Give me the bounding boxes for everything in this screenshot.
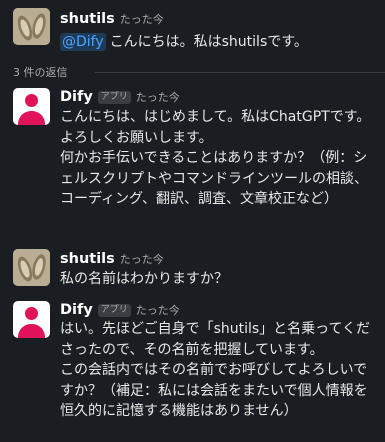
sender-name[interactable]: Dify xyxy=(60,89,93,105)
sender-name[interactable]: shutils xyxy=(60,11,115,27)
timestamp[interactable]: たった今 xyxy=(120,13,164,26)
message-text: はい。先ほどご自身で「shutils」と名乗ってくださったので、その名前を把握し… xyxy=(60,321,371,419)
timestamp[interactable]: たった今 xyxy=(136,304,180,317)
mention-link[interactable]: @Dify xyxy=(60,33,106,51)
reply-count: 3 件の返信 xyxy=(13,66,68,79)
user-avatar[interactable] xyxy=(13,249,50,286)
thread-divider xyxy=(95,72,385,73)
sender-name[interactable]: Dify xyxy=(60,302,93,318)
shoes-icon xyxy=(13,8,50,45)
app-badge: アプリ xyxy=(97,304,131,317)
user-avatar[interactable] xyxy=(13,8,50,45)
timestamp[interactable]: たった今 xyxy=(120,253,164,266)
bot-avatar[interactable] xyxy=(13,88,50,125)
message-text: 私の名前はわかりますか？ xyxy=(60,271,228,287)
sender-name[interactable]: shutils xyxy=(60,251,115,267)
message-text: こんにちは、はじめまして。私はChatGPTです。よろしくお願いします。 何かお… xyxy=(60,109,371,207)
message-text: @Dify こんにちは。私はshutilsです。 xyxy=(60,33,308,51)
bot-avatar[interactable] xyxy=(13,301,50,338)
timestamp[interactable]: たった今 xyxy=(136,91,180,104)
person-icon xyxy=(25,94,38,107)
person-icon xyxy=(25,307,38,320)
app-badge: アプリ xyxy=(97,91,131,104)
shoes-icon xyxy=(13,249,50,286)
